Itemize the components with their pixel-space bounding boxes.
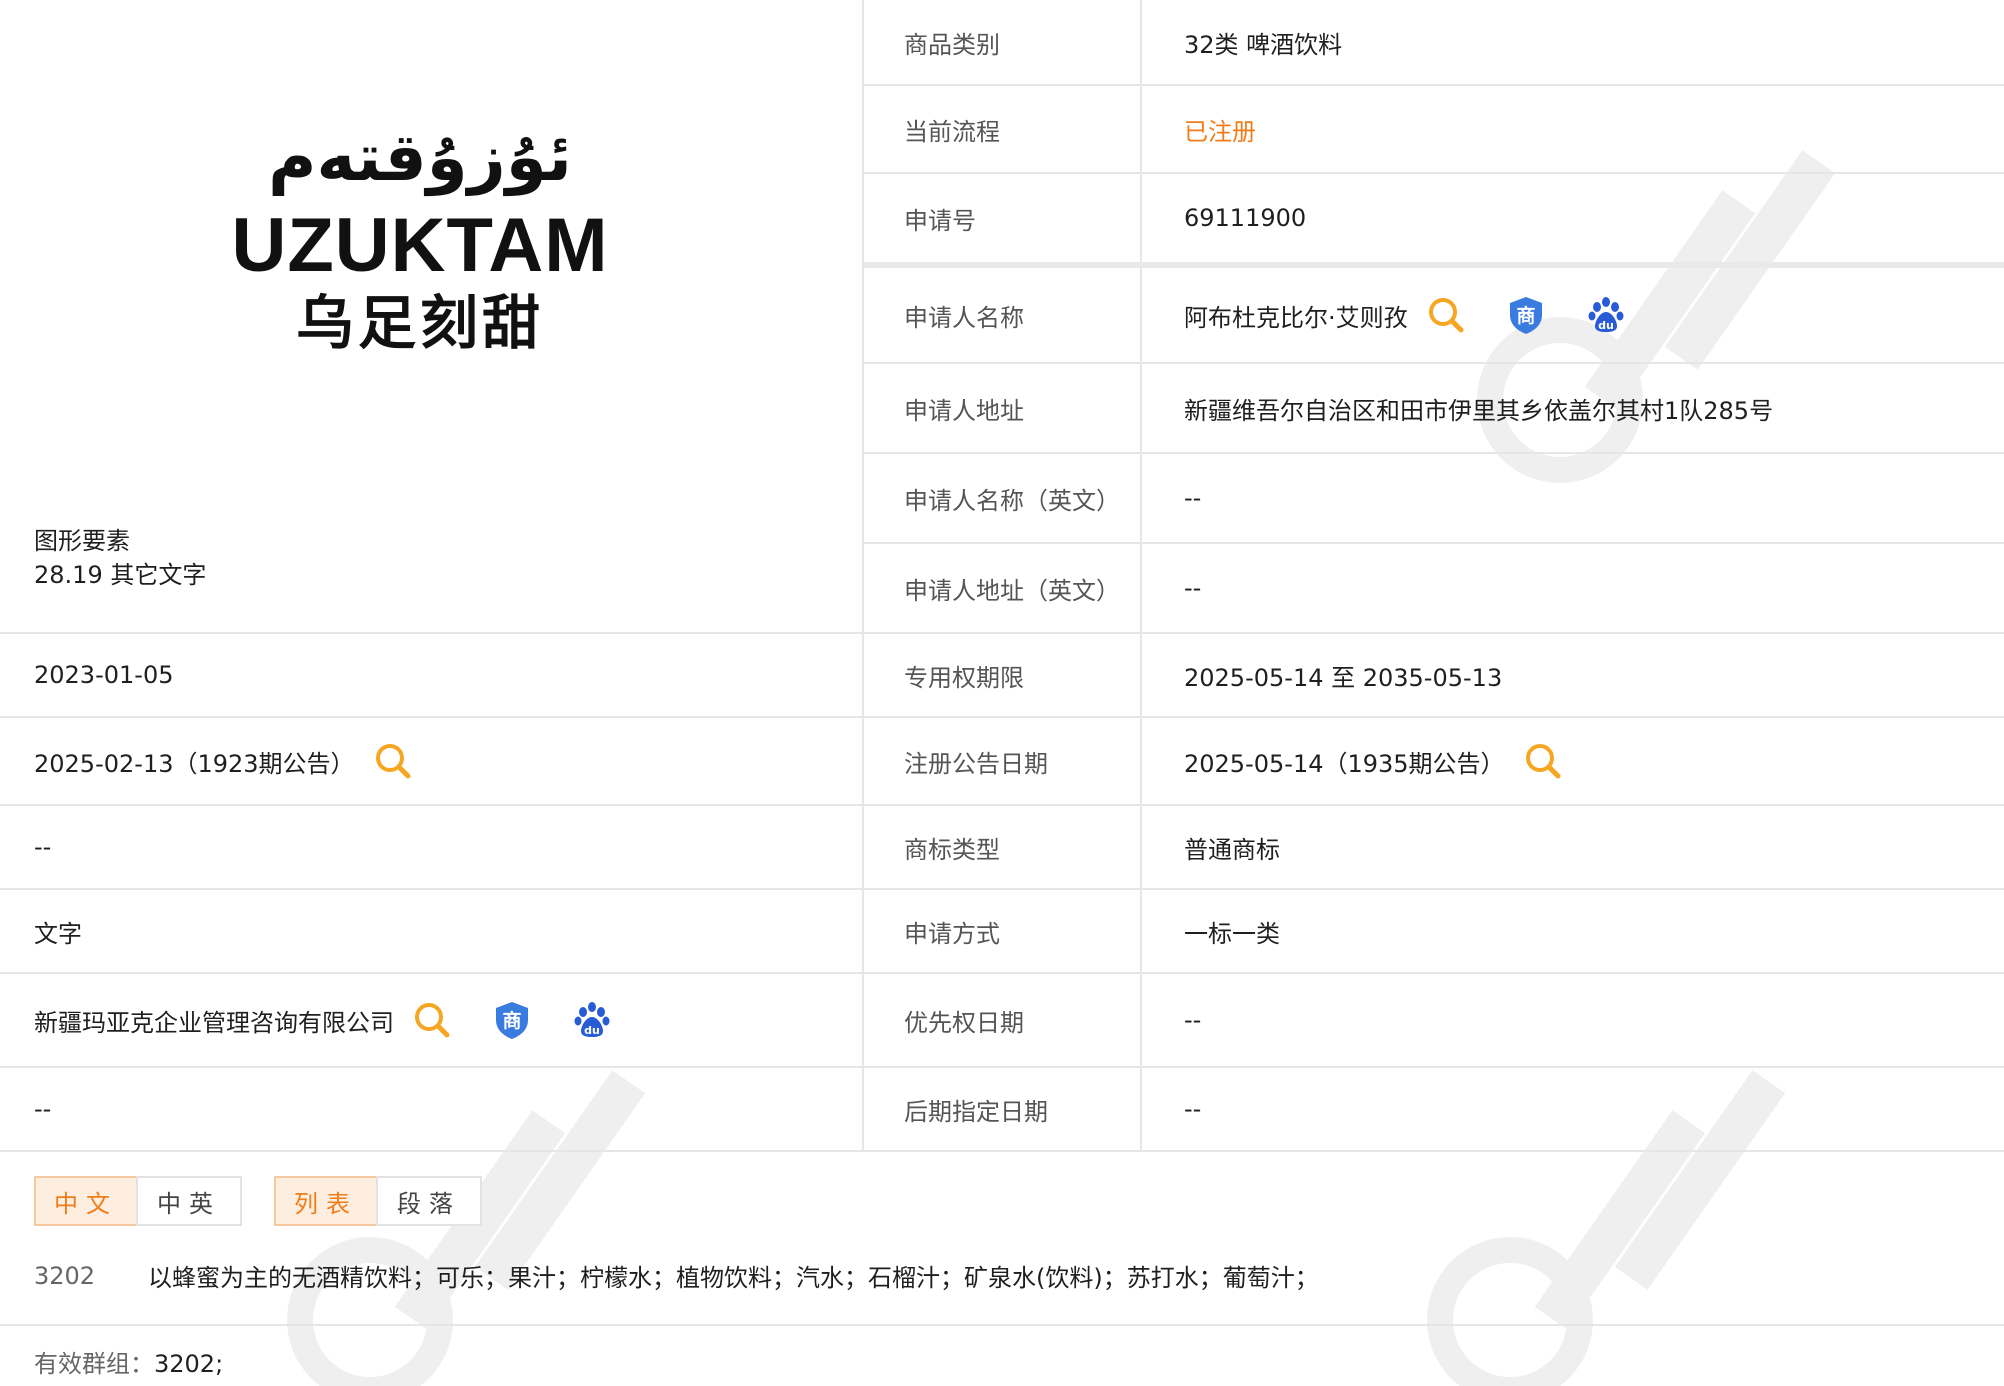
label-exclusive-period: 专用权期限	[904, 663, 1024, 692]
logo-chinese-text: 乌足刻甜	[295, 289, 544, 357]
value-applicant-address-en: --	[1184, 574, 1202, 602]
shield-shang-icon[interactable]: 商	[492, 1000, 532, 1040]
svg-text:商: 商	[1516, 304, 1535, 327]
baidu-paw-icon[interactable]: du	[572, 1000, 612, 1040]
svg-text:商: 商	[502, 1009, 521, 1032]
row-divider	[0, 804, 2004, 806]
international-reg-date: --	[34, 833, 52, 861]
label-applicant-name-en: 申请人名称（英文）	[904, 486, 1120, 515]
row-divider	[0, 888, 2004, 890]
value-registration-announcement: 2025-05-14（1935期公告）	[1184, 749, 1505, 778]
row-divider	[0, 1324, 2004, 1326]
shield-shang-icon[interactable]: 商	[1506, 295, 1546, 335]
search-icon[interactable]	[373, 741, 413, 781]
label-registration-announcement: 注册公告日期	[904, 749, 1048, 778]
registration-announcement-cell: 2025-05-14（1935期公告）	[1184, 718, 1563, 804]
label-applicant-name: 申请人名称	[904, 303, 1024, 332]
label-application-number: 申请号	[904, 206, 976, 235]
label-current-status: 当前流程	[904, 117, 1000, 146]
goods-items: 以蜂蜜为主的无酒精饮料；可乐；果汁；柠檬水；植物饮料；汽水；石榴汁；矿泉水(饮料…	[148, 1264, 1319, 1292]
row-divider	[864, 84, 2004, 86]
baidu-paw-icon[interactable]: du	[1586, 295, 1626, 335]
value-application-number: 69111900	[1184, 204, 1307, 232]
svg-text:du: du	[584, 1024, 600, 1037]
valid-group-value: 3202;	[154, 1350, 224, 1378]
value-current-status: 已注册	[1184, 117, 1256, 146]
tab-view-list[interactable]: 列表	[274, 1176, 378, 1226]
search-icon[interactable]	[1426, 295, 1466, 335]
search-icon[interactable]	[1523, 741, 1563, 781]
label-later-designation-date: 后期指定日期	[904, 1097, 1048, 1126]
value-applicant-name[interactable]: 阿布杜克比尔·艾则孜	[1184, 298, 1408, 333]
tab-lang-chinese-english[interactable]: 中英	[136, 1176, 242, 1226]
remark: --	[34, 1095, 52, 1123]
preliminary-announcement-cell: 2025-02-13（1923期公告）	[34, 718, 413, 804]
trademark-form: 文字	[34, 919, 82, 948]
value-trademark-type: 普通商标	[1184, 835, 1280, 864]
trademark-logo: ئۇزۇقتەم UZUKTAM 乌足刻甜	[180, 118, 660, 358]
value-applicant-address: 新疆维吾尔自治区和田市伊里其乡依盖尔其村1队285号	[1184, 396, 1774, 425]
figure-elements-label: 图形要素	[34, 526, 130, 555]
valid-group-label: 有效群组：	[34, 1350, 154, 1378]
agent-cell: 新疆玛亚克企业管理咨询有限公司 商 du	[34, 974, 612, 1066]
logo-uyghur-text: ئۇزۇقتەم	[268, 119, 572, 196]
trademark-detail-page: ئۇزۇقتەم UZUKTAM 乌足刻甜 图形要素 28.19 其它文字 20…	[0, 0, 2004, 1386]
value-applicant-name-en: --	[1184, 484, 1202, 512]
value-application-method: 一标一类	[1184, 919, 1280, 948]
search-icon[interactable]	[412, 1000, 452, 1040]
value-later-designation-date: --	[1184, 1095, 1202, 1123]
row-divider	[0, 1150, 2004, 1152]
watermark-graphic	[1427, 1070, 1786, 1386]
svg-text:du: du	[1598, 319, 1614, 332]
agent-name[interactable]: 新疆玛亚克企业管理咨询有限公司	[34, 1003, 394, 1038]
tab-view-paragraph[interactable]: 段落	[376, 1176, 482, 1226]
label-priority-date: 优先权日期	[904, 1008, 1024, 1037]
row-divider	[864, 172, 2004, 174]
label-application-method: 申请方式	[904, 919, 1000, 948]
preliminary-announcement: 2025-02-13（1923期公告）	[34, 749, 355, 778]
tab-lang-chinese[interactable]: 中文	[34, 1176, 138, 1226]
value-goods-class: 32类 啤酒饮料	[1184, 30, 1343, 59]
applicant-name-cell: 阿布杜克比尔·艾则孜 商 du	[1184, 268, 1626, 362]
application-date: 2023-01-05	[34, 661, 174, 689]
value-exclusive-period: 2025-05-14 至 2035-05-13	[1184, 663, 1503, 692]
label-trademark-type: 商标类型	[904, 835, 1000, 864]
figure-elements-value: 28.19 其它文字	[34, 560, 207, 589]
label-applicant-address-en: 申请人地址（英文）	[904, 576, 1120, 605]
valid-group: 有效群组：3202;	[34, 1344, 223, 1379]
logo-latin-text: UZUKTAM	[231, 203, 609, 288]
label-goods-class: 商品类别	[904, 30, 1000, 59]
goods-group-code: 3202	[34, 1261, 96, 1290]
label-applicant-address: 申请人地址	[904, 396, 1024, 425]
goods-list-item: 3202 以蜂蜜为主的无酒精饮料；可乐；果汁；柠檬水；植物饮料；汽水；石榴汁；矿…	[34, 1258, 1319, 1293]
value-priority-date: --	[1184, 1006, 1202, 1034]
